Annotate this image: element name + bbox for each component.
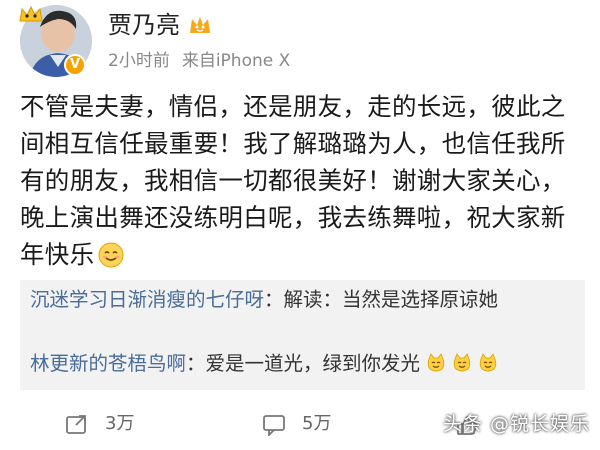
post-time: 2小时前	[108, 51, 170, 71]
crown-icon	[19, 5, 43, 22]
post-meta: 2小时前 来自iPhone X	[108, 50, 290, 72]
post-source: 来自iPhone X	[181, 51, 291, 71]
comment-text: 爱是一道光，绿到你发光	[205, 352, 421, 375]
repost-count: 3万	[105, 413, 135, 434]
hot-comments: 沉迷学习日渐消瘦的七仔呀：解读：当然是选择原谅她 林更新的苍梧鸟啊：爱是一道光，…	[20, 280, 585, 390]
cat-emoji-icon	[427, 353, 445, 372]
author-name[interactable]: 贾乃亮	[108, 10, 180, 40]
verified-v-icon: V	[64, 54, 86, 76]
comment-separator: ：	[186, 352, 206, 375]
member-crown-icon[interactable]	[187, 13, 213, 37]
smile-emoji-icon	[98, 242, 124, 268]
cat-emoji-icon	[479, 353, 497, 372]
repost-icon	[66, 415, 86, 434]
cat-emoji-icon	[453, 353, 471, 372]
post-content: 不管是夫妻，情侣，还是朋友，走的长远，彼此之间相互信任最重要！我了解璐璐为人，也…	[20, 88, 585, 273]
comment-handle[interactable]: 沉迷学习日渐消瘦的七仔呀	[30, 288, 264, 311]
comment-icon	[263, 415, 285, 436]
comment-item[interactable]: 沉迷学习日渐消瘦的七仔呀：解读：当然是选择原谅她	[30, 286, 575, 314]
comment-item[interactable]: 林更新的苍梧鸟啊：爱是一道光，绿到你发光	[30, 350, 575, 378]
comment-handle[interactable]: 林更新的苍梧鸟啊	[30, 352, 186, 375]
comment-count: 5万	[302, 413, 332, 434]
watermark-text: 头条 @锐长娱乐	[442, 413, 590, 435]
comment-text: 解读：当然是选择原谅她	[283, 288, 499, 311]
comment-separator: ：	[264, 288, 284, 311]
